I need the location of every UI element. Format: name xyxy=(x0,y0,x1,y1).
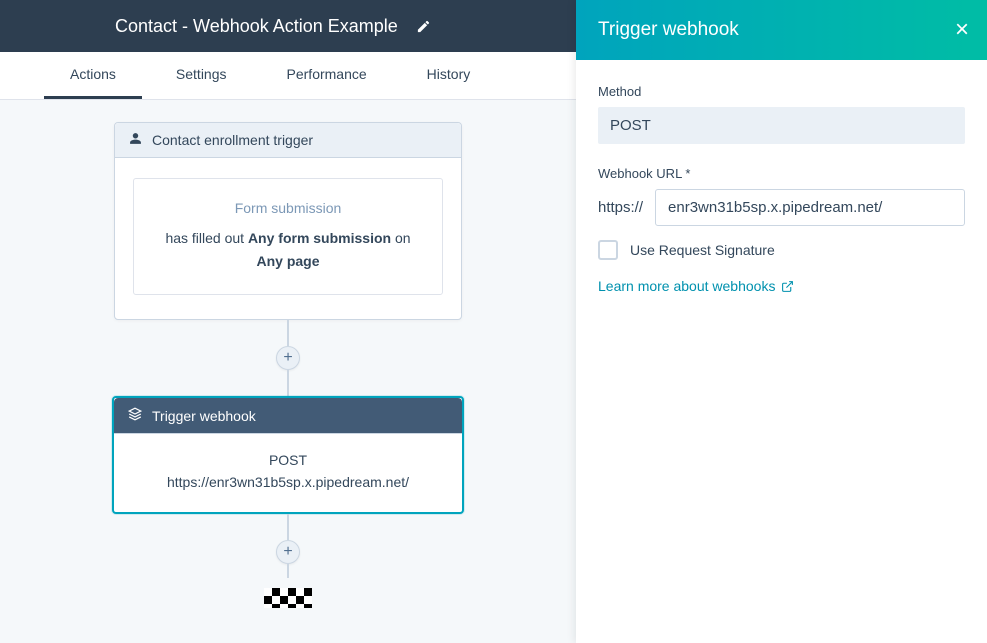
enrollment-criteria-line2: Any page xyxy=(152,250,424,272)
use-signature-checkbox[interactable] xyxy=(598,240,618,260)
tab-history[interactable]: History xyxy=(401,52,497,99)
criteria-page: Any page xyxy=(256,253,319,269)
workflow-title: Contact - Webhook Action Example xyxy=(115,16,398,37)
tab-actions[interactable]: Actions xyxy=(44,52,142,99)
tab-history-label: History xyxy=(427,66,471,82)
url-prefix: https:// xyxy=(598,199,643,216)
add-action-button[interactable]: + xyxy=(276,540,300,564)
workflow-canvas: Contact enrollment trigger Form submissi… xyxy=(0,100,576,643)
learn-more-row: Learn more about webhooks xyxy=(598,278,965,294)
webhook-cube-icon xyxy=(128,407,142,424)
connector-line xyxy=(287,564,289,578)
criteria-mid: on xyxy=(391,230,410,246)
method-label: Method xyxy=(598,84,965,99)
learn-more-link[interactable]: Learn more about webhooks xyxy=(598,278,794,294)
side-panel-title: Trigger webhook xyxy=(598,19,739,41)
enrollment-criteria-line: has filled out Any form submission on xyxy=(152,227,424,249)
close-icon[interactable]: × xyxy=(951,14,973,46)
signature-checkbox-row: Use Request Signature xyxy=(598,240,965,260)
tab-settings[interactable]: Settings xyxy=(150,52,253,99)
connector-line xyxy=(287,514,289,540)
side-panel-header: Trigger webhook × xyxy=(576,0,987,60)
url-row: https:// xyxy=(598,189,965,226)
enrollment-card-header: Contact enrollment trigger xyxy=(115,123,461,158)
criteria-form: Any form submission xyxy=(248,230,391,246)
end-marker xyxy=(264,588,312,608)
webhook-url-input[interactable] xyxy=(655,189,965,226)
tab-performance[interactable]: Performance xyxy=(261,52,393,99)
add-action-button[interactable]: + xyxy=(276,346,300,370)
learn-more-text: Learn more about webhooks xyxy=(598,278,775,294)
enrollment-inner-heading: Form submission xyxy=(152,197,424,219)
webhook-action-card[interactable]: Trigger webhook POST https://enr3wn31b5s… xyxy=(112,396,464,514)
enrollment-card-title: Contact enrollment trigger xyxy=(152,132,313,148)
external-link-icon xyxy=(781,280,794,293)
side-panel-body: Method POST Webhook URL * https:// Use R… xyxy=(576,60,987,318)
webhook-method-text: POST xyxy=(130,452,446,468)
action-side-panel: Trigger webhook × Method POST Webhook UR… xyxy=(576,0,987,643)
connector-line xyxy=(287,370,289,396)
method-field[interactable]: POST xyxy=(598,107,965,144)
webhook-url-text: https://enr3wn31b5sp.x.pipedream.net/ xyxy=(130,474,446,490)
tab-actions-label: Actions xyxy=(70,66,116,82)
url-label: Webhook URL * xyxy=(598,166,965,181)
enrollment-inner-box: Form submission has filled out Any form … xyxy=(133,178,443,295)
connector-line xyxy=(287,320,289,346)
webhook-card-title: Trigger webhook xyxy=(152,408,256,424)
criteria-prefix: has filled out xyxy=(165,230,248,246)
edit-title-icon[interactable] xyxy=(416,19,431,34)
webhook-card-body: POST https://enr3wn31b5sp.x.pipedream.ne… xyxy=(114,434,462,512)
tab-settings-label: Settings xyxy=(176,66,227,82)
use-signature-label: Use Request Signature xyxy=(630,242,775,258)
contact-icon xyxy=(129,132,142,148)
enrollment-trigger-card[interactable]: Contact enrollment trigger Form submissi… xyxy=(114,122,462,320)
tab-performance-label: Performance xyxy=(287,66,367,82)
webhook-card-header: Trigger webhook xyxy=(114,398,462,434)
